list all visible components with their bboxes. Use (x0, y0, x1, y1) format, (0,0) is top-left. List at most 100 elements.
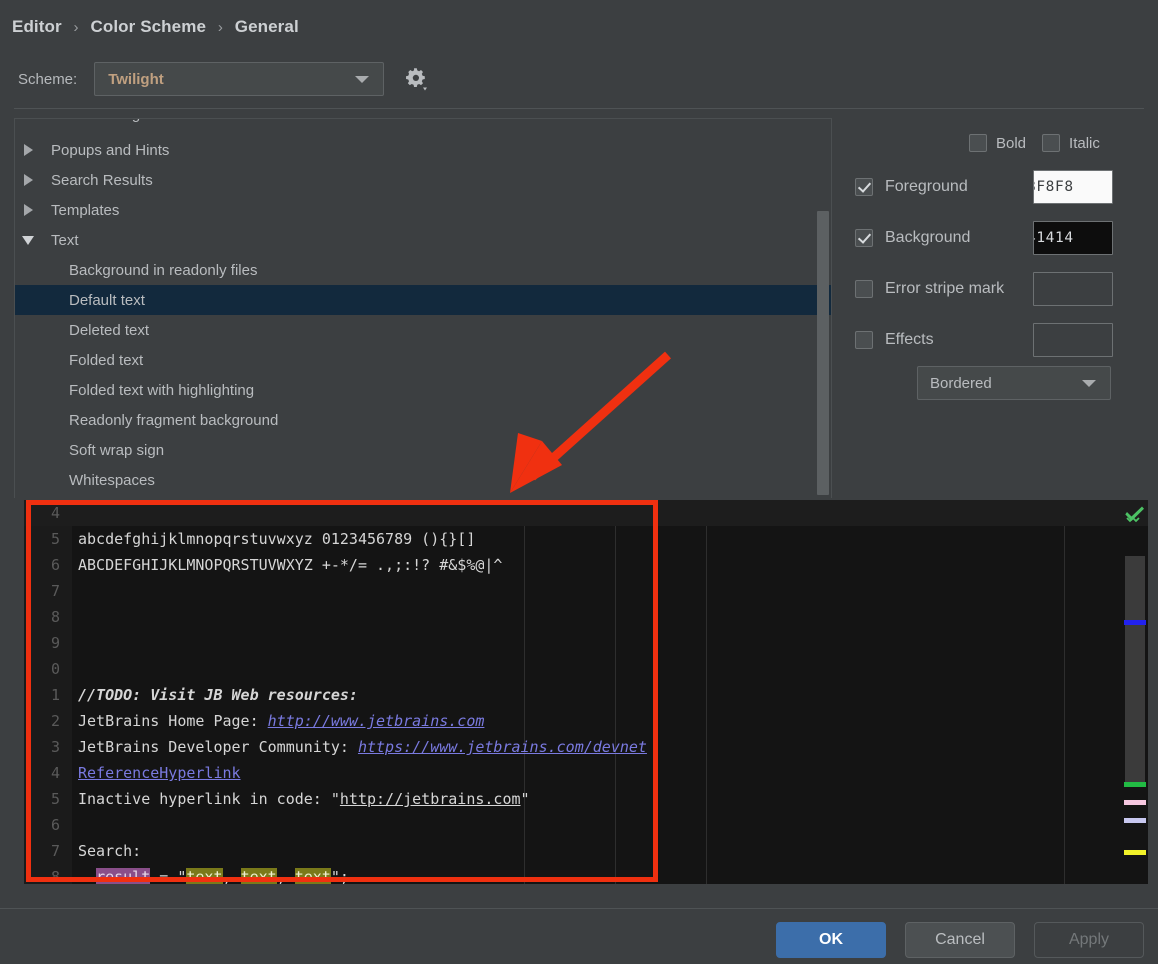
tree-item-popups-and-hints[interactable]: Popups and Hints (15, 135, 831, 165)
editor-line: 9 (24, 630, 1148, 656)
color-scheme-preview-editor[interactable]: 4 5 abcdefghijklmnopqrstuvwxyz 0123456789 … (24, 500, 1148, 884)
code-segment: http://jetbrains.com (339, 790, 521, 808)
color-scheme-tree[interactable]: Line Coverage Popups and Hints Search Resu… (14, 118, 832, 498)
code-segment: , (222, 868, 241, 884)
bold-checkbox[interactable] (969, 134, 987, 152)
editor-line: 5 Inactive hyperlink in code: "http://jet… (24, 786, 1148, 812)
breadcrumb-separator: › (217, 19, 223, 36)
error-stripe-mark[interactable] (1124, 782, 1146, 787)
line-text: result = "text, text, text"; (78, 864, 349, 884)
line-number: 3 (50, 738, 60, 756)
error-stripe-mark-checkbox[interactable] (855, 280, 873, 298)
tree-item-templates[interactable]: Templates (15, 195, 831, 225)
line-number: 5 (50, 790, 60, 808)
chevron-down-icon (1082, 380, 1096, 387)
font-style-row: Bold Italic (969, 134, 1100, 152)
dialog-button-bar: OK Cancel Apply (776, 922, 1144, 958)
foreground-color-value: 8F8F8 (1034, 179, 1074, 195)
foreground-row: Foreground 8F8F8 (855, 170, 1145, 204)
editor-line: 7 (24, 578, 1148, 604)
background-checkbox[interactable] (855, 229, 873, 247)
code-segment: Inactive hyperlink in code: " (78, 790, 340, 808)
editor-code-area[interactable]: 4 5 abcdefghijklmnopqrstuvwxyz 0123456789 … (24, 500, 1148, 884)
code-segment[interactable]: https://www.jetbrains.com/devnet (358, 738, 647, 756)
italic-checkbox[interactable] (1042, 134, 1061, 152)
breadcrumb: Editor › Color Scheme › General (12, 17, 299, 37)
tree-item-readonly-fragment-background[interactable]: Readonly fragment background (15, 405, 831, 435)
chevron-right-icon[interactable] (15, 144, 41, 156)
editor-line: 5 abcdefghijklmnopqrstuvwxyz 0123456789 (… (24, 526, 1148, 552)
bold-label: Bold (996, 134, 1027, 152)
tree-item-label: Folded text with highlighting (69, 381, 255, 399)
tree-item-deleted-text[interactable]: Deleted text (15, 315, 831, 345)
tree-item-line-coverage[interactable]: Line Coverage (15, 119, 831, 135)
background-color-field[interactable]: 41414 (1033, 221, 1113, 255)
chevron-right-icon[interactable] (15, 204, 41, 216)
error-stripe-mark-label: Error stripe mark (885, 280, 1005, 297)
line-number: 4 (50, 504, 60, 522)
effects-checkbox[interactable] (855, 331, 873, 349)
line-text: Search: (78, 838, 141, 864)
foreground-color-field[interactable]: 8F8F8 (1033, 170, 1113, 204)
italic-checkbox-row[interactable]: Italic (1042, 134, 1100, 152)
line-number: 8 (50, 608, 60, 626)
editor-line: 4 ReferenceHyperlink (24, 760, 1148, 786)
editor-line: 3 JetBrains Developer Community: https://… (24, 734, 1148, 760)
breadcrumb-item-editor[interactable]: Editor (12, 17, 62, 36)
cancel-button[interactable]: Cancel (905, 922, 1015, 958)
editor-line: 2 JetBrains Home Page: http://www.jetbrai… (24, 708, 1148, 734)
tree-item-label: Templates (51, 201, 120, 219)
bold-checkbox-row[interactable]: Bold (969, 134, 1026, 152)
tree-item-label: Default text (69, 291, 145, 309)
twisty-glyph (23, 144, 33, 156)
tree-item-whitespaces[interactable]: Whitespaces (15, 465, 831, 495)
tree-item-text[interactable]: Text (15, 225, 831, 255)
code-segment[interactable]: http://www.jetbrains.com (268, 712, 485, 730)
error-stripe-mark[interactable] (1124, 620, 1146, 625)
effects-color-field[interactable] (1033, 323, 1113, 357)
error-stripe-mark[interactable] (1124, 800, 1146, 805)
code-segment: JetBrains Developer Community: (78, 738, 358, 756)
error-stripe-mark-row: Error stripe mark (855, 272, 1145, 306)
error-stripe-mark-color-field[interactable] (1033, 272, 1113, 306)
line-number: 7 (50, 842, 60, 860)
apply-button[interactable]: Apply (1034, 922, 1144, 958)
gear-icon[interactable] (404, 66, 430, 92)
effect-type-dropdown[interactable]: Bordered (917, 366, 1111, 400)
error-stripe-panel[interactable] (1122, 500, 1148, 884)
tree-item-label: Readonly fragment background (69, 411, 279, 429)
tree-item-folded-text-with-highlighting[interactable]: Folded text with highlighting (15, 375, 831, 405)
error-stripe-mark[interactable] (1124, 850, 1146, 855)
foreground-label: Foreground (885, 178, 968, 195)
tree-item-search-results[interactable]: Search Results (15, 165, 831, 195)
code-segment: " (520, 790, 530, 808)
code-segment: JetBrains Home Page: (78, 712, 268, 730)
ok-button[interactable]: OK (776, 922, 886, 958)
scheme-dropdown[interactable]: Twilight (94, 62, 385, 96)
error-stripe-mark[interactable] (1124, 818, 1146, 823)
line-number: 9 (50, 634, 60, 652)
tree-item-default-text[interactable]: Default text (15, 285, 831, 315)
tree-item-folded-text[interactable]: Folded text (15, 345, 831, 375)
tree-item-label: Search Results (51, 171, 153, 189)
tree-scrollbar-thumb[interactable] (817, 211, 829, 495)
chevron-down-icon[interactable] (15, 235, 41, 245)
effects-label: Effects (885, 331, 934, 348)
breadcrumb-separator: › (73, 19, 79, 36)
chevron-right-icon[interactable] (15, 174, 41, 186)
tree-item-background-in-readonly-files[interactable]: Background in readonly files (15, 255, 831, 285)
breadcrumb-item-color-scheme[interactable]: Color Scheme (90, 17, 206, 36)
editor-line: 6 ABCDEFGHIJKLMNOPQRSTUVWXYZ +-*/= .,;:!?… (24, 552, 1148, 578)
editor-scrollbar-thumb[interactable] (1125, 556, 1145, 784)
attribute-panel: Bold Italic Foreground 8F8F8 Background … (845, 118, 1145, 498)
scheme-dropdown-value: Twilight (108, 70, 164, 88)
foreground-checkbox[interactable] (855, 178, 873, 196)
breadcrumb-item-general[interactable]: General (235, 17, 299, 36)
tree-item-soft-wrap-sign[interactable]: Soft wrap sign (15, 435, 831, 465)
tree-scrollbar[interactable] (817, 119, 829, 498)
line-number: 6 (50, 816, 60, 834)
scheme-label: Scheme: (18, 70, 78, 88)
line-text: JetBrains Home Page: http://www.jetbrain… (78, 708, 484, 734)
code-segment[interactable]: ReferenceHyperlink (78, 764, 241, 782)
